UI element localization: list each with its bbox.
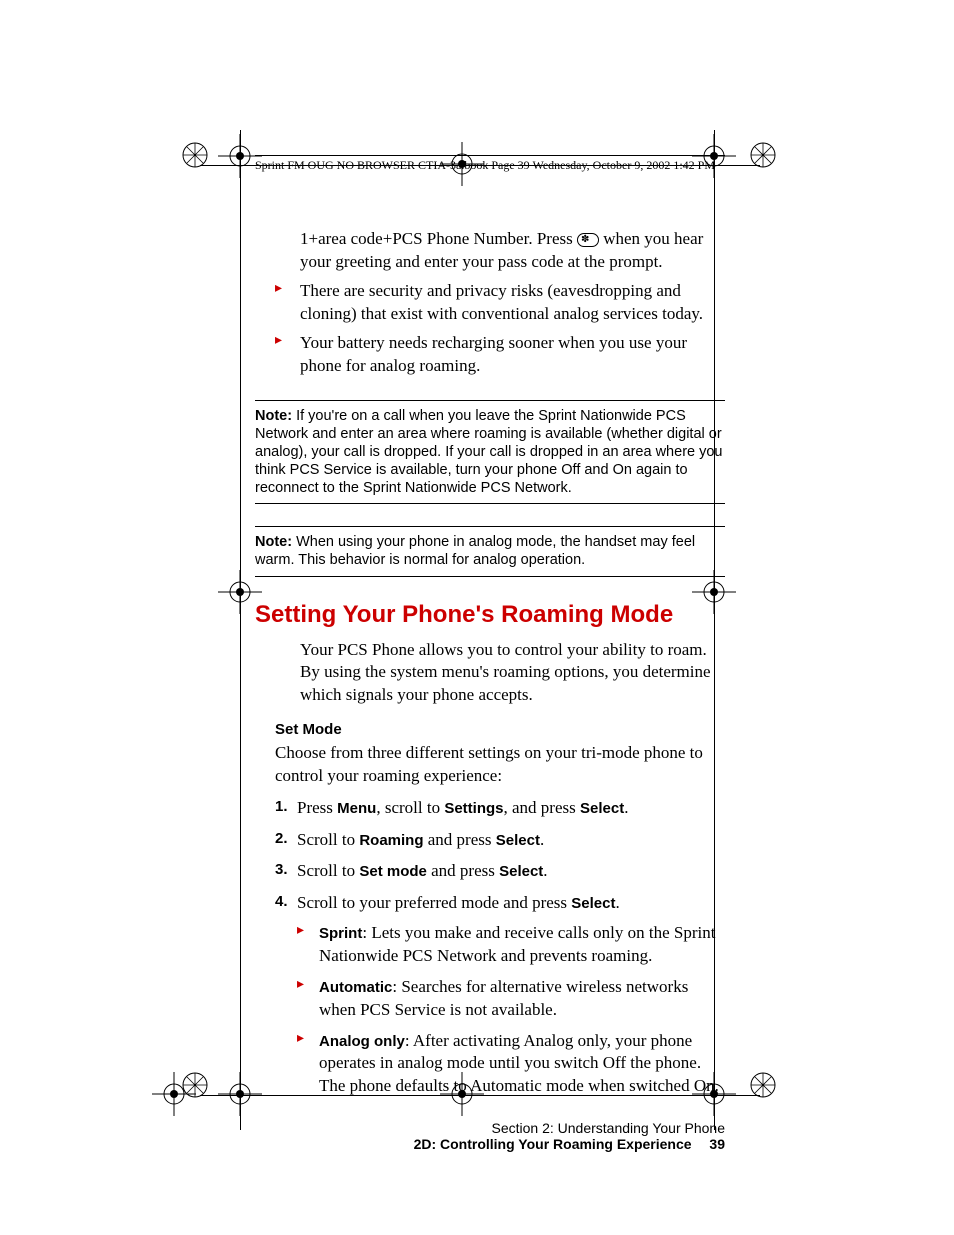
list-item: There are security and privacy risks (ea…: [275, 280, 725, 326]
section-intro: Your PCS Phone allows you to control you…: [300, 639, 725, 708]
step-number: 4.: [275, 891, 288, 913]
mode-name: Automatic: [319, 979, 392, 996]
ui-label: Settings: [444, 800, 503, 817]
list-item: Your battery needs recharging sooner whe…: [275, 332, 725, 378]
text-fragment: .: [543, 861, 547, 880]
registration-mark-icon: [152, 1072, 196, 1116]
mode-desc: : Lets you make and receive calls only o…: [319, 923, 715, 965]
sub-intro: Choose from three different settings on …: [275, 742, 725, 788]
step-number: 3.: [275, 859, 288, 881]
ui-label: Select: [499, 863, 543, 880]
note-box: Note: If you're on a call when you leave…: [255, 400, 725, 505]
mode-item: Sprint: Lets you make and receive calls …: [297, 922, 725, 968]
note-label: Note:: [255, 408, 292, 424]
step-item: 3. Scroll to Set mode and press Select.: [275, 859, 725, 884]
mode-item: Analog only: After activating Analog onl…: [297, 1030, 725, 1099]
text-fragment: .: [624, 798, 628, 817]
step-number: 1.: [275, 796, 288, 818]
note-text: When using your phone in analog mode, th…: [255, 534, 695, 568]
ui-label: Menu: [337, 800, 376, 817]
continuation-paragraph: 1+area code+PCS Phone Number. Press ✽ wh…: [300, 228, 725, 274]
text-fragment: and press: [427, 861, 499, 880]
ui-label: Select: [580, 800, 624, 817]
text-fragment: Press: [297, 798, 337, 817]
note-box: Note: When using your phone in analog mo…: [255, 526, 725, 576]
page-number: 39: [709, 1136, 725, 1152]
text-fragment: Scroll to: [297, 861, 359, 880]
phone-key-talk-icon: ✽: [577, 233, 599, 247]
mode-name: Sprint: [319, 925, 362, 942]
text-fragment: Scroll to: [297, 830, 359, 849]
footer-chapter-line: 2D: Controlling Your Roaming Experience: [414, 1136, 692, 1152]
note-text: If you're on a call when you leave the S…: [255, 408, 723, 497]
step-number: 2.: [275, 828, 288, 850]
crop-guide: [240, 130, 241, 1130]
text-fragment: and press: [424, 830, 496, 849]
mode-item: Automatic: Searches for alternative wire…: [297, 976, 725, 1022]
mode-name: Analog only: [319, 1033, 405, 1050]
page-footer: Section 2: Understanding Your Phone 2D: …: [255, 1120, 725, 1152]
section-heading: Setting Your Phone's Roaming Mode: [255, 601, 725, 629]
text-fragment: , scroll to: [376, 798, 444, 817]
running-header: Sprint FM OUG NO BROWSER CTIA-3a.book Pa…: [255, 155, 725, 173]
step-item: 1. Press Menu, scroll to Settings, and p…: [275, 796, 725, 821]
sub-heading: Set Mode: [275, 721, 725, 738]
ui-label: Roaming: [359, 832, 423, 849]
text-fragment: .: [615, 893, 619, 912]
text-fragment: .: [540, 830, 544, 849]
step-item: 2. Scroll to Roaming and press Select.: [275, 828, 725, 853]
text-fragment: Scroll to your preferred mode and press: [297, 893, 571, 912]
text-fragment: 1+area code+PCS Phone Number. Press: [300, 229, 577, 248]
footer-section-line: Section 2: Understanding Your Phone: [255, 1120, 725, 1136]
ui-label: Set mode: [359, 863, 427, 880]
step-item: 4. Scroll to your preferred mode and pre…: [275, 891, 725, 1098]
note-label: Note:: [255, 534, 292, 550]
ui-label: Select: [496, 832, 540, 849]
ui-label: Select: [571, 895, 615, 912]
text-fragment: , and press: [504, 798, 580, 817]
